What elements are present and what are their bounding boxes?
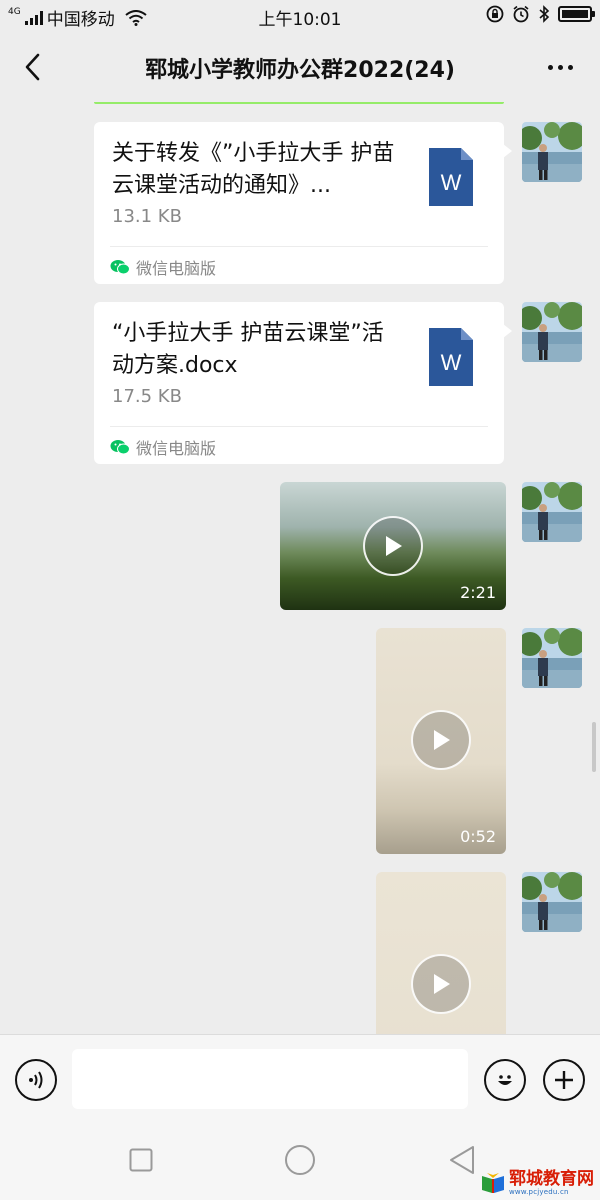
plus-icon [555,1071,573,1089]
play-icon [434,974,450,994]
avatar[interactable] [522,872,582,932]
avatar[interactable] [522,482,582,542]
source-label: 微信电脑版 [136,439,217,458]
video-message[interactable]: 0:52 [376,628,506,854]
recent-apps-button[interactable] [129,1148,153,1176]
file-name: “小手拉大手 护苗云课堂”活动方案.docx [112,321,384,378]
books-logo-icon [482,1173,504,1193]
file-name: 关于转发《”小手拉大手 护苗云课堂活动的通知》... [112,141,395,198]
file-icon-letter: W [441,170,462,195]
emoji-button[interactable] [484,1059,526,1101]
avatar-image [522,302,582,362]
divider [110,426,488,427]
file-source: 微信电脑版 [110,435,216,459]
input-bar [0,1034,600,1124]
back-nav-button[interactable] [448,1145,476,1179]
watermark-url: www.pcjyedu.cn [509,1188,569,1196]
word-document-icon: W [429,328,473,386]
battery-icon [558,6,595,22]
avatar[interactable] [522,628,582,688]
triangle-back-icon [450,1146,474,1174]
divider [110,246,488,247]
avatar-image [522,872,582,932]
wechat-icon [110,260,130,275]
chat-title: 郓城小学教师办公群2022(24) [145,58,455,83]
play-button[interactable] [363,516,423,576]
status-right [486,5,595,23]
file-message[interactable]: “小手拉大手 护苗云课堂”活动方案.docx 17.5 KB W 微信电脑版 [94,302,512,464]
play-icon [434,730,450,750]
avatar[interactable] [522,122,582,182]
more-dot-icon [567,64,573,70]
video-duration: 0:52 [460,827,496,846]
status-bar: 4G 中国移动 上午10:01 [0,0,600,32]
square-icon [129,1148,153,1172]
avatar[interactable] [522,302,582,362]
file-size: 13.1 KB [112,206,182,227]
more-dot-icon [547,64,553,70]
wechat-icon [110,440,130,455]
word-document-icon: W [429,148,473,206]
add-button[interactable] [543,1059,585,1101]
avatar-image [522,122,582,182]
watermark-title: 郓城教育网 [509,1169,594,1189]
message-list[interactable]: 关于转发《”小手拉大手 护苗云课堂活动的通知》... 13.1 KB W 微信电… [0,102,600,1034]
circle-icon [285,1145,315,1175]
chat-header: 郓城小学教师办公群2022(24) [0,32,600,102]
video-message[interactable] [376,872,506,1034]
system-nav-bar: 郓城教育网 www.pcjyedu.cn [0,1124,600,1200]
alarm-icon [513,5,529,23]
more-options-button[interactable] [538,47,582,87]
site-watermark: 郓城教育网 www.pcjyedu.cn [481,1170,594,1196]
source-label: 微信电脑版 [136,259,217,278]
voice-button[interactable] [15,1059,57,1101]
avatar-image [522,482,582,542]
video-duration: 2:21 [460,583,496,602]
file-size: 17.5 KB [112,386,182,407]
play-button[interactable] [411,954,471,1014]
home-button[interactable] [284,1144,316,1180]
previous-message-bubble-edge [94,102,504,104]
bluetooth-icon [539,5,550,23]
voice-icon [29,1071,43,1089]
emoji-icon [498,1075,512,1085]
message-input[interactable] [72,1049,468,1109]
file-message[interactable]: 关于转发《”小手拉大手 护苗云课堂活动的通知》... 13.1 KB W 微信电… [94,122,512,284]
more-dot-icon [557,64,563,70]
play-icon [386,536,402,556]
video-message[interactable]: 2:21 [280,482,506,610]
rotation-lock-icon [486,5,504,23]
file-icon-letter: W [441,350,462,375]
scrollbar[interactable] [592,722,596,772]
play-button[interactable] [411,710,471,770]
file-source: 微信电脑版 [110,255,216,279]
avatar-image [522,628,582,688]
